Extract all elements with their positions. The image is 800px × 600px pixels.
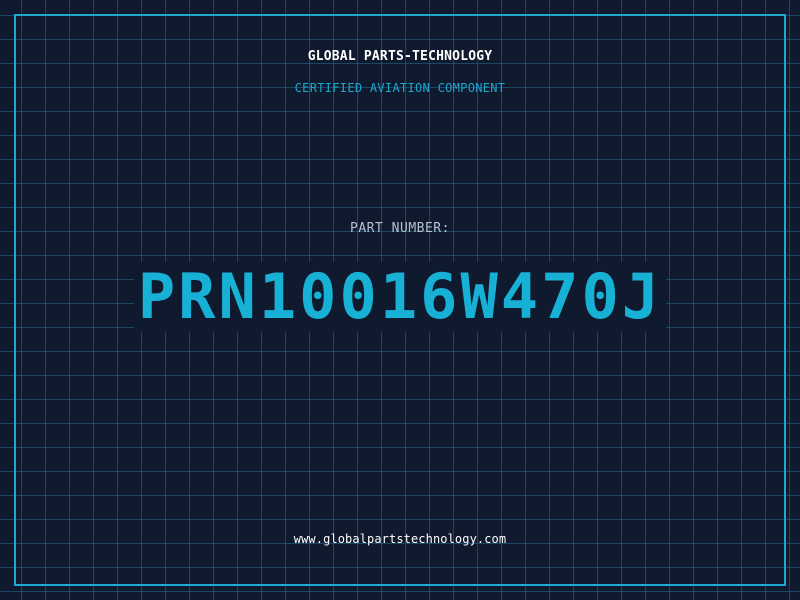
part-number-label: PART NUMBER: <box>350 221 450 236</box>
certificate-card: GLOBAL PARTS-TECHNOLOGY CERTIFIED AVIATI… <box>0 0 800 600</box>
website-url: www.globalpartstechnology.com <box>293 532 507 546</box>
part-number-container: PRN10016W470J <box>0 262 800 332</box>
certification-subtitle: CERTIFIED AVIATION COMPONENT <box>294 81 506 95</box>
brand-title: GLOBAL PARTS-TECHNOLOGY <box>307 49 493 64</box>
part-number-value: PRN10016W470J <box>133 262 667 332</box>
